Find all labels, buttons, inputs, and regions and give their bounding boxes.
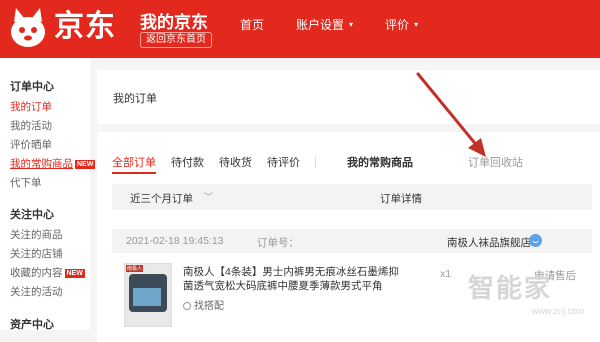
nav-home-label: 首页	[240, 18, 265, 32]
order-number-label: 订单号：	[257, 237, 299, 249]
order-tabs: 全部订单 待付款 待收货 待评价	[112, 154, 315, 174]
sidebar: 订单中心 我的订单 我的活动 评价晒单 我的常购商品 NEW 代下单 关注中心 关…	[0, 58, 96, 331]
orders-header-panel: 我的订单	[97, 70, 600, 124]
sidebar-item-frequent-goods[interactable]: 我的常购商品 NEW	[10, 156, 96, 171]
nav-account-settings-label: 账户设置	[296, 18, 345, 32]
sidebar-item-favorites[interactable]: 收藏的内容 NEW	[10, 265, 85, 280]
new-badge: NEW	[64, 269, 85, 278]
product-image-tag: 南极人	[126, 265, 144, 272]
watermark-url: www.znj.com	[532, 306, 585, 316]
chevron-down-icon[interactable]: ﹀	[204, 190, 213, 203]
match-icon	[183, 302, 191, 310]
sidebar-item-followed-shops[interactable]: 关注的店铺	[10, 246, 63, 261]
sidebar-group-orders: 订单中心	[10, 81, 54, 93]
sidebar-item-followed-activities[interactable]: 关注的活动	[10, 284, 63, 299]
find-match-link[interactable]: 找搭配	[183, 297, 224, 312]
order-filter-bar: 近三个月订单 ﹀ 订单详情	[112, 184, 592, 210]
sidebar-item-proxy-order[interactable]: 代下单	[10, 175, 42, 190]
tab-divider	[315, 156, 316, 168]
tab-pending-payment[interactable]: 待付款	[171, 154, 204, 174]
sidebar-item-favorites-label: 收藏的内容	[10, 267, 63, 279]
tab-frequent-goods[interactable]: 我的常购商品	[347, 154, 413, 170]
nav-account-settings[interactable]: 账户设置 ▾	[296, 0, 353, 58]
tab-all-orders[interactable]: 全部订单	[112, 154, 156, 174]
sidebar-item-reviews[interactable]: 评价晒单	[10, 137, 52, 152]
new-badge: NEW	[75, 160, 96, 169]
order-date: 2021-02-18 19:45:13	[126, 235, 224, 247]
sidebar-group-follow: 关注中心	[10, 209, 54, 221]
product-quantity: x1	[440, 268, 452, 280]
logo-text[interactable]: 京东	[54, 10, 116, 44]
orders-panel: 全部订单 待付款 待收货 待评价 我的常购商品 订单回收站 近三个月订单 ﹀ 订…	[97, 132, 600, 342]
tab-pending-review[interactable]: 待评价	[267, 154, 300, 174]
jd-dog-logo-icon[interactable]	[6, 4, 50, 52]
order-header-row: 2021-02-18 19:45:13 订单号： 南极人袜品旗舰店	[112, 229, 592, 253]
sidebar-item-my-activities[interactable]: 我的活动	[10, 118, 52, 133]
chevron-down-icon: ▾	[414, 20, 419, 29]
section-title: 我的订单	[113, 93, 157, 105]
time-range-select[interactable]: 近三个月订单	[130, 191, 193, 206]
chevron-down-icon: ▾	[349, 20, 354, 29]
sidebar-item-my-orders[interactable]: 我的订单	[10, 99, 52, 114]
nav-reviews-label: 评价	[385, 18, 410, 32]
product-image[interactable]: 南极人	[124, 263, 172, 327]
top-header: 京东 我的京东 返回京东首页 首页 账户设置 ▾ 评价 ▾	[0, 0, 600, 58]
nav-home[interactable]: 首页	[240, 0, 264, 58]
tab-order-recycle-bin[interactable]: 订单回收站	[468, 154, 523, 170]
watermark-text: 智能家	[468, 273, 553, 303]
nav-reviews[interactable]: 评价 ▾	[385, 0, 418, 58]
sidebar-item-followed-goods[interactable]: 关注的商品	[10, 227, 63, 242]
product-image-shape	[133, 288, 161, 306]
product-title-link[interactable]: 南极人【4条装】男士内裤男无痕冰丝石墨烯抑菌透气宽松大码底裤中腰夏季薄款男式平角	[183, 265, 403, 293]
find-match-label: 找搭配	[194, 301, 224, 312]
page-title: 我的京东	[140, 13, 208, 32]
back-to-home-link[interactable]: 返回京东首页	[140, 32, 212, 48]
main-nav: 首页 账户设置 ▾ 评价 ▾	[240, 0, 450, 58]
shop-name-link[interactable]: 南极人袜品旗舰店	[447, 235, 531, 250]
chat-icon[interactable]	[529, 234, 542, 247]
tab-pending-receipt[interactable]: 待收货	[219, 154, 252, 174]
sidebar-item-frequent-goods-label: 我的常购商品	[10, 158, 73, 170]
order-detail-header: 订单详情	[380, 193, 422, 205]
